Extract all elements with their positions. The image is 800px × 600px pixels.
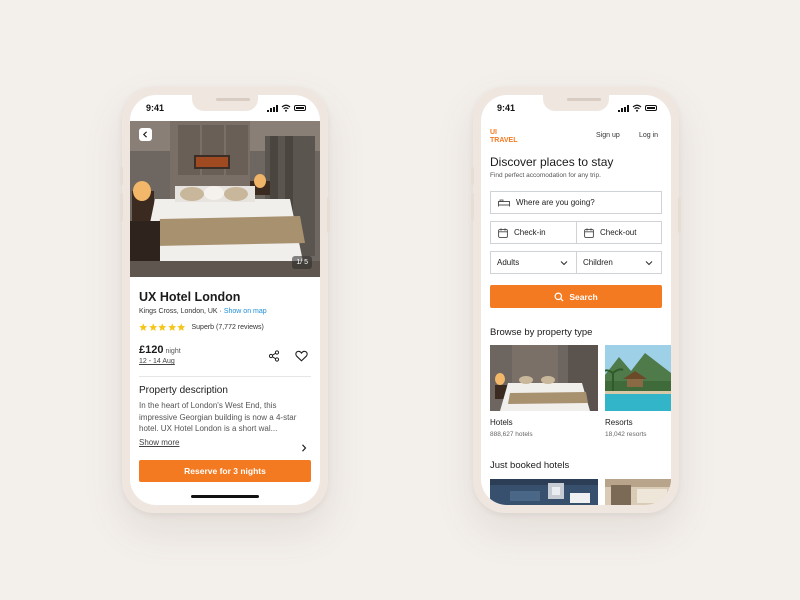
location-text: Kings Cross, London, UK [139, 308, 218, 315]
phone-speaker [567, 98, 601, 101]
phone-side-button [471, 193, 474, 221]
phone-side-button [678, 197, 681, 233]
logo-line-1: UI [490, 129, 497, 136]
checkout-field[interactable]: Check-out [576, 221, 662, 244]
destination-input[interactable]: Where are you going? [490, 191, 662, 214]
status-time: 9:41 [146, 103, 165, 113]
heart-icon [295, 350, 308, 362]
property-type-count: 18,042 resorts [605, 431, 647, 438]
phone-side-button [471, 167, 474, 185]
chevron-down-icon [645, 261, 653, 266]
show-more-chevron[interactable] [301, 439, 307, 457]
booked-hotel-image [490, 479, 598, 505]
rating: Superb (7,772 reviews) [139, 323, 264, 332]
status-time: 9:41 [497, 103, 516, 113]
hotels-image [490, 345, 598, 411]
adults-label: Adults [497, 258, 520, 267]
share-icon [268, 350, 280, 362]
booked-hotel-card[interactable] [490, 479, 598, 505]
hotel-room-image [130, 121, 320, 277]
reserve-button[interactable]: Reserve for 3 nights [139, 460, 311, 482]
property-type-name: Hotels [490, 418, 513, 427]
property-type-card-resorts[interactable] [605, 345, 671, 411]
search-button[interactable]: Search [490, 285, 662, 308]
description-title: Property description [139, 385, 228, 396]
search-screen: 9:41 UI TRAVEL Sign up Log in Discover p… [481, 95, 671, 505]
children-label: Children [583, 258, 613, 267]
wifi-icon [281, 104, 291, 112]
phone-side-button [120, 193, 123, 221]
price-value: £120 [139, 344, 164, 356]
star-icon [177, 323, 186, 331]
children-select[interactable]: Children [576, 251, 662, 274]
hotel-detail-screen: 9:41 1/ 5 UX Hotel London Kings Cross, L… [130, 95, 320, 505]
divider [139, 376, 311, 377]
chevron-right-icon [302, 444, 307, 452]
logo-line-2: TRAVEL [490, 137, 518, 144]
phone-speaker [216, 98, 250, 101]
chevron-down-icon [560, 261, 568, 266]
browse-title: Browse by property type [490, 327, 593, 338]
property-type-card-hotels[interactable] [490, 345, 598, 411]
rating-text: Superb (7,772 reviews) [191, 323, 264, 331]
stay-dates[interactable]: 12 - 14 Aug [139, 358, 175, 365]
property-type-count: 888,627 hotels [490, 431, 533, 438]
search-label: Search [569, 291, 598, 302]
back-button[interactable] [139, 128, 152, 141]
hotel-location: Kings Cross, London, UK · Show on map [139, 308, 267, 315]
phone-side-button [120, 167, 123, 185]
hotel-name: UX Hotel London [139, 290, 241, 304]
back-chevron-icon [142, 131, 148, 138]
page-subtitle: Find perfect accomodation for any trip. [490, 172, 601, 179]
price: £120 night [139, 344, 181, 356]
show-more-link[interactable]: Show more [139, 438, 179, 447]
wifi-icon [632, 104, 642, 112]
brand-logo[interactable]: UI TRAVEL [490, 129, 517, 145]
destination-placeholder: Where are you going? [516, 198, 595, 207]
show-on-map-link[interactable]: Show on map [224, 308, 267, 315]
property-type-name: Resorts [605, 418, 633, 427]
star-icon [139, 323, 148, 331]
phone-search: 9:41 UI TRAVEL Sign up Log in Discover p… [471, 87, 681, 513]
star-icon [167, 323, 176, 331]
image-counter: 1/ 5 [292, 256, 312, 269]
calendar-icon [584, 227, 594, 238]
favorite-button[interactable] [295, 349, 308, 367]
adults-select[interactable]: Adults [490, 251, 577, 274]
checkin-label: Check-in [514, 228, 546, 237]
star-icon [148, 323, 157, 331]
calendar-icon [498, 227, 508, 238]
checkin-field[interactable]: Check-in [490, 221, 577, 244]
booked-hotel-card[interactable] [605, 479, 671, 505]
battery-icon [645, 105, 657, 111]
share-button[interactable] [268, 349, 280, 367]
signal-icon [267, 104, 278, 112]
phone-side-button [327, 197, 330, 233]
bed-icon [498, 199, 510, 207]
checkout-label: Check-out [600, 228, 637, 237]
search-icon [554, 292, 564, 301]
star-icon [158, 323, 167, 331]
signal-icon [618, 104, 629, 112]
login-link[interactable]: Log in [639, 132, 658, 139]
phone-hotel-detail: 9:41 1/ 5 UX Hotel London Kings Cross, L… [120, 87, 330, 513]
page-title: Discover places to stay [490, 155, 614, 169]
price-unit: night [165, 348, 181, 355]
signup-link[interactable]: Sign up [596, 132, 620, 139]
just-booked-title: Just booked hotels [490, 460, 570, 471]
rating-stars [139, 323, 186, 332]
booked-hotel-image [605, 479, 671, 505]
description-text: In the heart of London's West End, this … [139, 401, 297, 433]
home-indicator [191, 495, 259, 498]
battery-icon [294, 105, 306, 111]
hotel-photo[interactable]: 1/ 5 [130, 121, 320, 277]
resorts-image [605, 345, 671, 411]
